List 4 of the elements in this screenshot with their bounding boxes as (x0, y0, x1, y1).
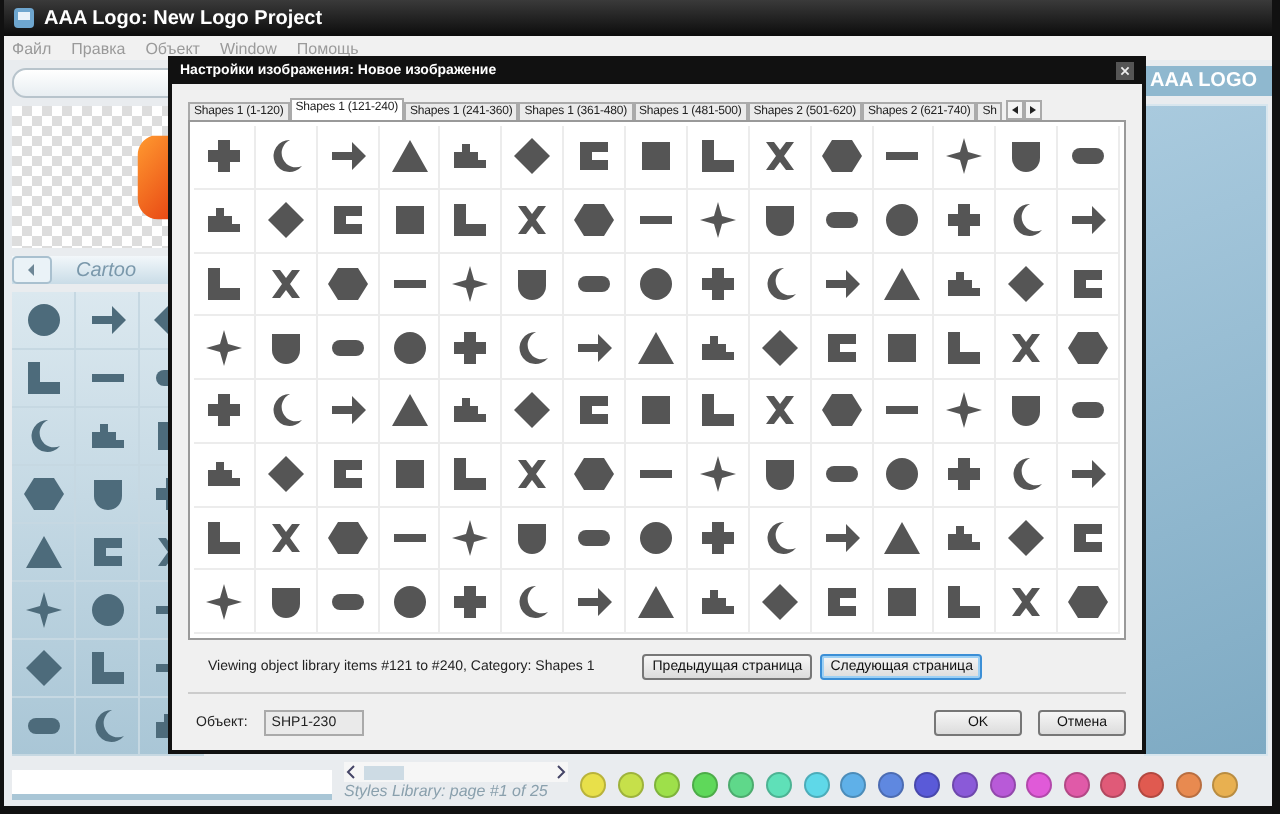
library-caption: Styles Library: page #1 of 25 (344, 782, 550, 800)
window-title: AAA Logo: New Logo Project (44, 7, 323, 29)
library-title: Cartoo (76, 259, 137, 281)
brand-label: AAA LOGO (1144, 66, 1272, 96)
